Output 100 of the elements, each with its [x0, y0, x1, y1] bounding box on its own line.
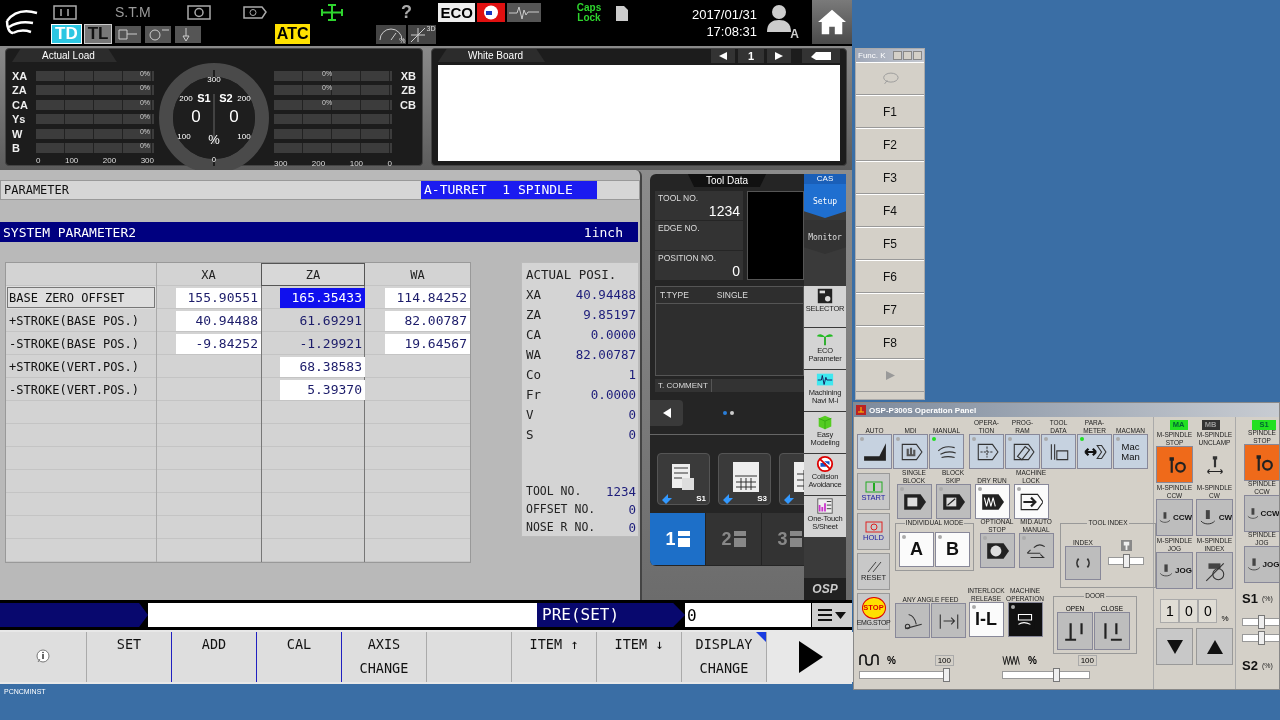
function-key[interactable]: F5	[856, 227, 924, 260]
sidebar-title: CAS	[804, 174, 846, 184]
spindle-label: S1	[1242, 591, 1258, 606]
panel-title: Tool Data	[687, 174, 767, 187]
panel-title: White Board	[438, 49, 546, 62]
function-key[interactable]: CAL	[257, 632, 342, 682]
tl-button[interactable]: TL	[83, 24, 113, 44]
mode-letter-button[interactable]: A	[899, 532, 934, 567]
axis-value: 9.85197	[583, 306, 636, 322]
spindle-button[interactable]: CCW	[1156, 499, 1193, 536]
gauge-scale-label: 200	[179, 94, 193, 103]
interlock-release-button[interactable]: I-L	[968, 602, 1004, 637]
function-key[interactable]: ADD	[172, 632, 257, 682]
eco-button[interactable]: ECO	[438, 2, 475, 22]
sidebar-tab[interactable]: Setup	[804, 184, 846, 218]
spindle-button[interactable]: CCW	[1243, 495, 1279, 532]
function-key[interactable]: AXIS CHANGE	[342, 632, 427, 682]
stm-button[interactable]: S.T.M	[115, 4, 151, 20]
input-mode-label: PRE(SET)	[537, 603, 685, 627]
window-title: Func. K	[858, 51, 887, 60]
axis-label: ZB	[400, 84, 416, 97]
spindle-button[interactable]: CW	[1196, 499, 1233, 536]
table-cell[interactable]: 155.90551	[176, 287, 261, 308]
field-value: 0	[628, 501, 636, 517]
function-key[interactable]: ITEM ↑	[512, 632, 597, 682]
table-cell[interactable]: 40.94488	[176, 310, 261, 331]
unit-label: %	[208, 132, 220, 147]
override-value: 100	[1077, 654, 1097, 666]
tool-field[interactable]: TOOL NO. 1234	[655, 191, 743, 220]
value-field[interactable]: 0	[685, 603, 811, 627]
row-label[interactable]: +STROKE(VERT.POS.)	[6, 355, 156, 378]
atc-button[interactable]: ATC	[274, 24, 311, 44]
table-cell[interactable]: 165.35433	[280, 287, 365, 308]
spindle-button[interactable]: JOG	[1156, 552, 1193, 589]
sidebar-tab[interactable]: Monitor	[804, 220, 846, 254]
caps-lock-indicator: Caps Lock	[575, 3, 603, 23]
scale-label: 100	[64, 155, 79, 167]
page-number[interactable]: 1	[738, 49, 764, 63]
table-cell[interactable]: 82.00787	[385, 310, 470, 331]
axis-value: 0.0000	[590, 386, 636, 402]
row-label[interactable]: -STROKE(VERT.POS.)	[6, 378, 156, 401]
table-cell[interactable]: 61.69291	[280, 310, 365, 331]
function-key[interactable]: DISPLAY CHANGE	[682, 632, 767, 682]
function-key[interactable]: F2	[856, 128, 924, 161]
axis-label: XA	[12, 69, 29, 82]
column-header[interactable]: XA	[156, 263, 261, 286]
function-key[interactable]: F4	[856, 194, 924, 227]
function-key[interactable]: F1	[856, 95, 924, 128]
row-label[interactable]: BASE ZERO OFFSET	[6, 286, 156, 309]
comment-field[interactable]: T. COMMENT	[655, 379, 804, 392]
spindle-load-value: 0	[229, 107, 239, 126]
page-tab[interactable]: 2	[706, 513, 762, 565]
field-label: T. COMMENT	[655, 379, 712, 392]
function-key[interactable]: F3	[856, 161, 924, 194]
row-label[interactable]: +STROKE(BASE POS.)	[6, 309, 156, 332]
axis-label: CB	[399, 98, 416, 111]
table-cell[interactable]: 114.84252	[385, 287, 470, 308]
shortcut-button[interactable]: S3	[718, 453, 771, 505]
tool-field[interactable]: EDGE NO.	[655, 221, 743, 250]
axis-value: 82.00787	[575, 346, 636, 362]
function-key[interactable]: F7	[856, 293, 924, 326]
table-cell[interactable]: 19.64567	[385, 333, 470, 354]
row-label[interactable]: -STROKE(BASE POS.)	[6, 332, 156, 355]
column-header[interactable]: WA	[365, 263, 470, 286]
field-value: 1234	[605, 483, 636, 499]
help-button[interactable]: ?	[401, 1, 412, 23]
panel-title: Actual Load	[12, 49, 117, 62]
page-tab[interactable]: 1	[650, 513, 706, 565]
axis-label: Co	[526, 366, 542, 382]
override-digit: 0	[1198, 599, 1218, 623]
function-key[interactable]: SET	[87, 632, 172, 682]
function-key[interactable]: F8	[856, 326, 924, 359]
field-value: SINGLE	[716, 290, 748, 300]
turret-spindle-indicator: A-TURRET 1 SPINDLE	[421, 181, 597, 199]
page-tab[interactable]: 3	[762, 513, 804, 565]
column-header[interactable]: ZA	[261, 263, 365, 286]
table-cell[interactable]: 5.39370	[280, 379, 365, 400]
shortcut-button[interactable]: S1	[657, 453, 710, 505]
table-cell[interactable]: -1.29921	[280, 333, 365, 354]
mode-letter-button[interactable]: B	[935, 532, 970, 567]
osp-logo: OSP	[804, 578, 846, 600]
field-label: EDGE NO.	[658, 223, 700, 233]
mode-button[interactable]: Mac Man	[1113, 434, 1148, 469]
field-label: TOOL NO.	[526, 484, 582, 498]
spindle-button[interactable]: JOG	[1243, 546, 1279, 583]
field-value: 0	[628, 519, 636, 535]
spindle-label: S2	[219, 92, 233, 104]
tool-field[interactable]: POSITION NO. 0	[655, 251, 743, 280]
user-button[interactable]: A	[767, 3, 801, 43]
unit-label: %	[887, 654, 896, 666]
field-label: POSITION NO.	[658, 253, 717, 263]
function-key[interactable]: ITEM ↓	[597, 632, 682, 682]
spindle-label: S1	[197, 92, 211, 104]
table-cell[interactable]: 68.38583	[280, 356, 365, 377]
axis-label: XB	[399, 69, 416, 82]
field-label: OFFSET NO.	[526, 502, 596, 516]
table-cell[interactable]: -9.84252	[176, 333, 261, 354]
axis-label: WA	[526, 346, 542, 362]
field-value: 1234	[708, 203, 740, 219]
function-key[interactable]: F6	[856, 260, 924, 293]
